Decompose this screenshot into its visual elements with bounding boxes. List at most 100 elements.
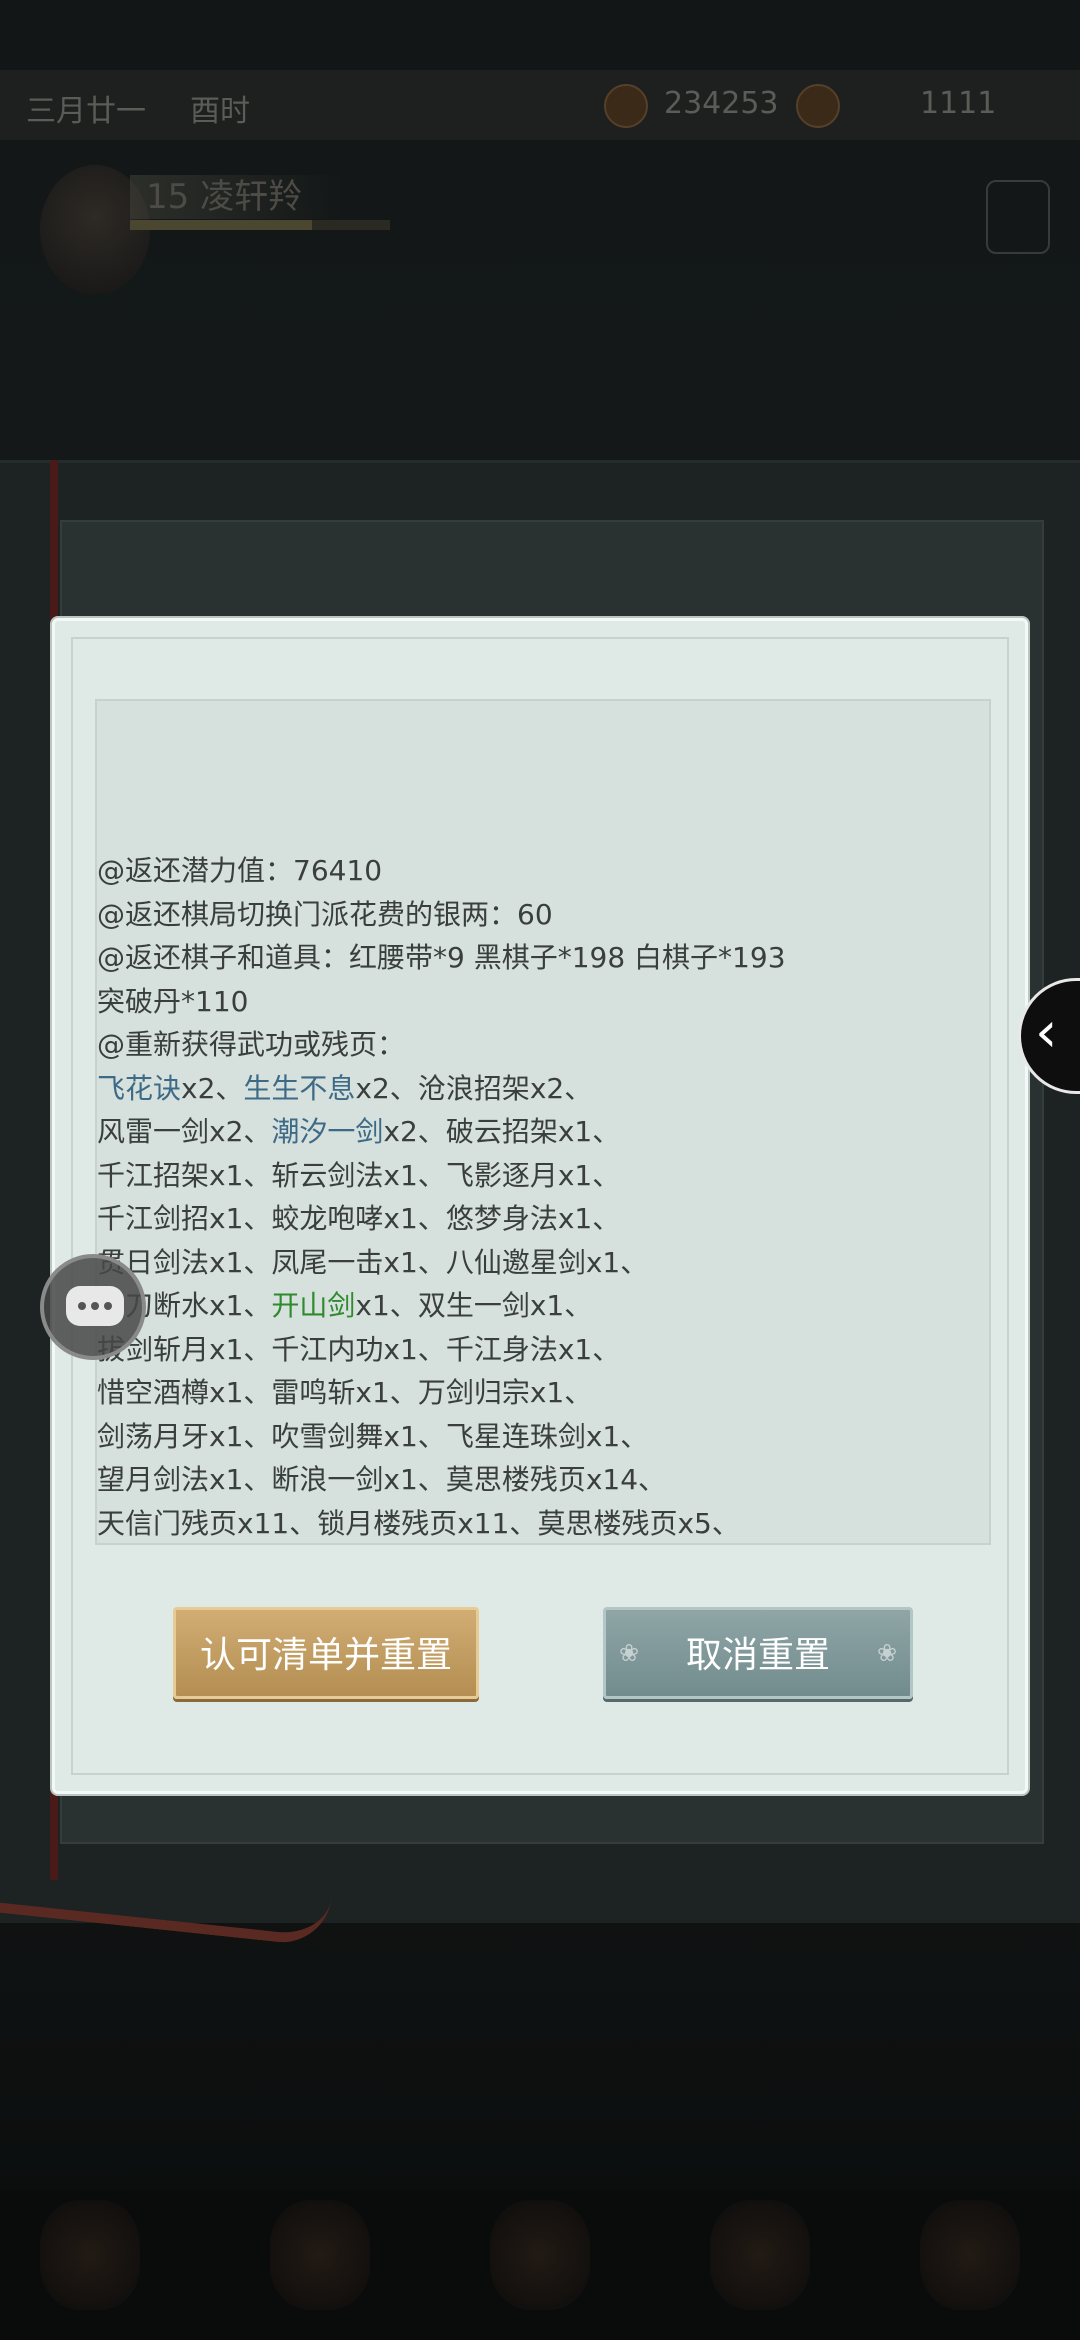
skill-name: 开山剑 [271,1289,356,1322]
confirm-reset-label: 认可清单并重置 [199,1635,452,1676]
skill-count: x1、 [209,1376,272,1409]
skill-row: 惜空酒樽x1、雷鸣斩x1、万剑归宗x1、 [97,1371,989,1415]
skill-count: x1、 [383,1419,446,1453]
refund-line: @返还潜力值：76410 [97,854,383,887]
skill-name: 双生一剑 [417,1289,530,1322]
currency2-value: 1111 [920,86,997,121]
skill-count: x11、 [237,1506,318,1540]
flourish-icon: ❀ [876,1639,898,1667]
skill-name: 凤尾一击 [271,1245,384,1279]
skill-count: x1、 [209,1245,272,1279]
skill-name: 万剑归宗 [417,1376,530,1409]
skill-count: x1、 [355,1289,418,1322]
coin-icon [604,84,648,128]
game-screen: 三月廿一 酉时 234253 1111 15 凌轩羚 @返还潜力值：76410 … [0,0,1080,2340]
skill-count: x2、 [181,1071,244,1105]
skill-count: x2、 [383,1115,446,1148]
nav-item[interactable] [920,2200,1020,2310]
skill-name: 莫思楼残页 [537,1506,678,1540]
refund-line: 突破丹*110 [97,984,249,1018]
skill-name: 潮汐一剑 [271,1115,384,1148]
skill-row: 抽刀断水x1、开山剑x1、双生一剑x1、 [97,1284,989,1328]
skill-count: x1、 [209,1419,272,1453]
refund-line: @返还棋子和道具：红腰带*9 黑棋子*198 白棋子*193 [97,941,786,974]
skill-count: x1、 [209,1158,272,1192]
skill-count: x1、 [557,1115,621,1148]
reset-confirm-dialog: @返还潜力值：76410 @返还棋局切换门派花费的银两：60 @返还棋子和道具：… [52,618,1028,1794]
refund-list: @返还潜力值：76410 @返还棋局切换门派花费的银两：60 @返还棋子和道具：… [97,849,989,1543]
nav-item[interactable] [710,2200,810,2310]
skill-name: 望月剑法 [97,1463,210,1496]
refund-list-panel[interactable]: @返还潜力值：76410 @返还棋局切换门派花费的银两：60 @返还棋子和道具：… [95,699,991,1545]
skill-count: x1、 [383,1332,446,1366]
skill-row: 贯日剑法x1、凤尾一击x1、八仙邀星剑x1、 [97,1241,989,1285]
skill-count: x11、 [457,1506,538,1540]
skill-name: 惜空酒樽 [97,1376,210,1409]
nav-item[interactable] [40,2200,140,2310]
skill-name: 断浪一剑 [271,1463,384,1496]
time-label: 酉时 [190,94,250,129]
skill-row: 剑荡月牙x1、吹雪剑舞x1、飞星连珠剑x1、 [97,1415,989,1459]
cancel-reset-button[interactable]: ❀ 取消重置 ❀ [603,1607,913,1699]
skill-row: 千江剑招x1、蛟龙咆哮x1、悠梦身法x1、 [97,1197,989,1241]
skill-count: x1、 [383,1245,446,1279]
skill-count: x1、 [209,1463,272,1496]
top-status-bar [0,70,1080,140]
skill-row: 拔剑斩月x1、千江内功x1、千江身法x1、 [97,1328,989,1372]
skill-name: 莫思楼残页 [445,1463,586,1496]
refund-line: @重新获得武功或残页： [97,1028,406,1061]
skill-count: x1、 [557,1332,621,1366]
character-name-tag: 15 凌轩羚 [130,175,343,219]
skill-name: 蛟龙咆哮 [271,1202,384,1235]
skill-name: 沧浪招架 [417,1071,530,1105]
book-spine [0,460,58,1880]
skill-count: x1、 [209,1289,272,1322]
skill-count: x1、 [585,1245,649,1279]
character-name: 凌轩羚 [200,177,303,217]
confirm-reset-button[interactable]: 认可清单并重置 [173,1607,479,1699]
skill-name: 斩云剑法 [271,1158,384,1192]
date-label: 三月廿一 [26,94,146,129]
skill-count: x2、 [209,1115,272,1148]
skill-name: 破云招架 [445,1115,558,1148]
skill-count: x1、 [585,1419,649,1453]
skill-count: x14、 [585,1463,667,1496]
skill-name: 飞花诀 [97,1071,182,1105]
skill-name: 雷鸣斩 [271,1376,356,1409]
refund-line: @返还棋局切换门派花费的银两：60 [97,897,553,931]
skill-row: 风雷一剑x2、潮汐一剑x2、破云招架x1、 [97,1110,989,1154]
gem-icon [796,84,840,128]
skill-name: 风雷一剑 [97,1115,210,1148]
skill-row: 望月剑法x1、断浪一剑x1、莫思楼残页x14、 [97,1458,989,1502]
chat-bubble-icon [66,1286,124,1326]
skill-name: 千江剑招 [97,1202,210,1235]
skill-count: x1、 [209,1202,272,1235]
skill-count: x2、 [529,1071,593,1105]
skill-name: 天信门残页 [97,1506,238,1540]
skill-count: x1、 [529,1376,593,1409]
chat-button[interactable] [40,1254,146,1360]
skill-count: x1、 [557,1202,621,1235]
flourish-icon: ❀ [618,1639,640,1667]
skill-name: 剑荡月牙 [97,1419,210,1453]
skill-count: x5、 [677,1506,740,1540]
skill-count: x2、 [355,1071,418,1105]
skill-count: x1、 [557,1158,621,1192]
skill-count: x1、 [383,1463,446,1496]
skill-name: 飞影逐月 [445,1158,558,1192]
skill-count: x1、 [383,1158,446,1192]
nav-item[interactable] [270,2200,370,2310]
skill-count: x1、 [383,1202,446,1235]
hp-bar [130,220,390,230]
skill-count: x1、 [529,1289,593,1322]
nav-item[interactable] [490,2200,590,2310]
character-level: 15 [146,177,190,217]
skill-name: 千江内功 [271,1332,384,1366]
menu-button[interactable] [986,180,1050,254]
currency1-value: 234253 [664,86,779,121]
skill-name: 吹雪剑舞 [271,1419,384,1453]
skill-name: 千江身法 [445,1332,558,1366]
skill-name: 飞星连珠剑 [445,1419,586,1453]
skill-count: x1、 [209,1332,272,1366]
skill-name: 锁月楼残页 [317,1506,458,1540]
